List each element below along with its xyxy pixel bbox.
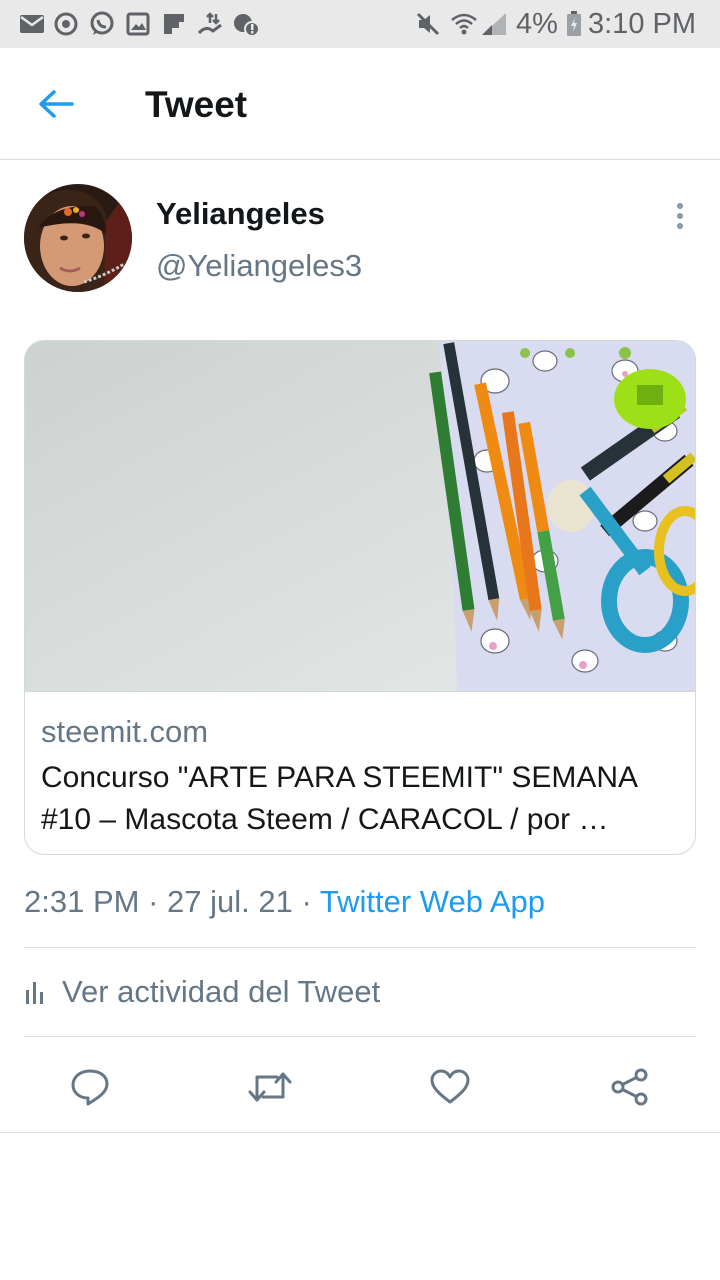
page-title: Tweet bbox=[145, 84, 248, 125]
retweet-button[interactable] bbox=[245, 1062, 295, 1112]
tweet-date: 27 jul. 21 bbox=[167, 884, 293, 919]
meta-separator: · bbox=[148, 884, 159, 919]
alert-badge-icon bbox=[232, 10, 260, 38]
meta-separator: · bbox=[301, 884, 312, 919]
more-options-button[interactable] bbox=[664, 198, 696, 234]
battery-percent: 4% bbox=[516, 8, 558, 40]
divider bbox=[24, 947, 696, 948]
mail-icon bbox=[18, 10, 46, 38]
activity-label: Ver actividad del Tweet bbox=[62, 974, 381, 1009]
wifi-icon bbox=[450, 10, 478, 38]
link-card-title: Concurso "ARTE PARA STEEMIT" SEMANA #10 … bbox=[41, 761, 637, 836]
tweet-time: 2:31 PM bbox=[24, 884, 140, 919]
author-name[interactable]: Yeliangeles bbox=[156, 196, 325, 232]
reply-button[interactable] bbox=[65, 1062, 115, 1112]
flipboard-icon bbox=[160, 10, 188, 38]
battery-icon bbox=[560, 10, 588, 38]
link-card-image bbox=[25, 341, 695, 692]
like-icon bbox=[430, 1069, 470, 1104]
divider bbox=[24, 1036, 696, 1037]
app-bar: Tweet bbox=[0, 48, 720, 160]
share-icon bbox=[611, 1068, 648, 1106]
mute-icon bbox=[414, 10, 442, 38]
link-card[interactable]: steemit.com Concurso "ARTE PARA STEEMIT"… bbox=[24, 340, 696, 855]
reply-icon bbox=[71, 1069, 109, 1106]
image-icon bbox=[124, 10, 152, 38]
sync-icon bbox=[52, 10, 80, 38]
author-handle[interactable]: @Yeliangeles3 bbox=[156, 248, 362, 284]
signal-icon bbox=[480, 10, 508, 38]
analytics-icon bbox=[26, 982, 43, 1004]
tweet-actions bbox=[0, 1042, 720, 1132]
arrow-left-icon bbox=[39, 90, 74, 118]
data-transfer-icon bbox=[196, 10, 224, 38]
link-card-domain: steemit.com bbox=[41, 714, 209, 749]
share-button[interactable] bbox=[605, 1062, 655, 1112]
like-button[interactable] bbox=[425, 1062, 475, 1112]
status-bar: 4% 3:10 PM bbox=[0, 0, 720, 48]
clock: 3:10 PM bbox=[588, 8, 696, 40]
avatar[interactable] bbox=[24, 184, 132, 292]
back-button[interactable] bbox=[28, 76, 84, 132]
tweet-source-link[interactable]: Twitter Web App bbox=[320, 884, 545, 919]
retweet-icon bbox=[248, 1072, 292, 1102]
tweet-activity-link[interactable]: Ver actividad del Tweet bbox=[24, 962, 380, 1022]
whatsapp-icon bbox=[88, 10, 116, 38]
tweet-meta: 2:31 PM · 27 jul. 21 · Twitter Web App bbox=[24, 884, 545, 920]
divider bbox=[0, 1132, 720, 1133]
more-vertical-icon bbox=[677, 203, 683, 229]
